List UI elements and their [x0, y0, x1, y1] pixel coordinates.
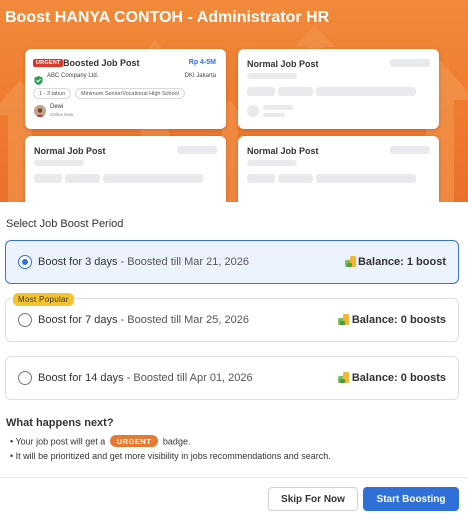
skeleton-line — [103, 174, 203, 183]
radio-button[interactable] — [18, 255, 32, 269]
experience-chip: 1 - 3 tahun — [33, 88, 72, 99]
skeleton-line — [65, 174, 100, 183]
skeleton-line — [177, 146, 217, 154]
location-label: DKI Jakarta — [184, 73, 216, 79]
bullet-text: badge. — [162, 436, 191, 447]
next-bullet-visibility: • It will be prioritized and get more vi… — [10, 451, 331, 461]
option-duration: Boost for 7 days — [38, 314, 118, 326]
boost-coin-icon — [344, 254, 358, 268]
skeleton-line — [247, 87, 275, 96]
option-until-date: Boosted till Mar 25, 2026 — [127, 314, 249, 326]
boost-coin-icon — [337, 370, 351, 384]
normal-job-preview-card: Normal Job Post — [238, 49, 439, 129]
next-bullet-urgent: • Your job post will get a URGENT badge. — [10, 435, 190, 447]
boost-coin-icon — [337, 312, 351, 326]
boost-option-7-days[interactable]: Boost for 7 days - Boosted till Mar 25, … — [5, 298, 459, 342]
hero-banner: Boost HANYA CONTOH - Administrator HR UR… — [0, 0, 468, 202]
normal-job-title: Normal Job Post — [34, 146, 106, 156]
bullet-text: • Your job post will get a — [10, 436, 106, 447]
boost-option-14-days[interactable]: Boost for 14 days - Boosted till Apr 01,… — [5, 356, 459, 400]
skeleton-line — [263, 113, 285, 117]
education-chip: Minimum Senior/Vocational High School — [75, 88, 185, 99]
company-name: ABC Company Ltd. — [47, 73, 99, 79]
skeleton-line — [34, 174, 62, 183]
skeleton-line — [278, 87, 313, 96]
verified-shield-icon — [34, 72, 43, 85]
option-until-date: Boosted till Apr 01, 2026 — [133, 372, 253, 384]
normal-job-preview-card: Normal Job Post — [238, 136, 439, 202]
option-separator: - — [123, 372, 134, 384]
boosted-job-title: Boosted Job Post — [63, 58, 140, 68]
skeleton-line — [390, 146, 430, 154]
option-separator: - — [117, 256, 128, 268]
recruiter-name: Dewi — [50, 104, 64, 110]
normal-job-title: Normal Job Post — [247, 146, 319, 156]
normal-job-title: Normal Job Post — [247, 59, 319, 69]
option-duration: Boost for 14 days — [38, 372, 124, 384]
balance-label: Balance: 0 boosts — [351, 314, 446, 326]
balance-label: Balance: 1 boost — [357, 256, 446, 268]
skeleton-avatar — [247, 105, 259, 117]
option-until-date: Boosted till Mar 21, 2026 — [127, 256, 249, 268]
skeleton-line — [247, 174, 275, 183]
skeleton-line — [390, 59, 430, 67]
skeleton-line — [247, 160, 297, 166]
option-label: Boost for 3 days - Boosted till Mar 21, … — [38, 256, 249, 268]
urgent-badge: URGENT — [109, 435, 159, 447]
radio-button[interactable] — [18, 313, 32, 327]
footer-divider — [0, 477, 468, 478]
skip-for-now-button[interactable]: Skip For Now — [268, 487, 358, 511]
section-title-boost-period: Select Job Boost Period — [6, 218, 124, 230]
skeleton-line — [34, 160, 84, 166]
skeleton-line — [263, 105, 293, 110]
skeleton-line — [316, 174, 416, 183]
urgent-tag: URGENT — [33, 59, 64, 67]
option-duration: Boost for 3 days — [38, 256, 118, 268]
recruiter-status: Online Now — [50, 112, 74, 117]
start-boosting-button[interactable]: Start Boosting — [363, 487, 459, 511]
skeleton-line — [278, 174, 313, 183]
option-label: Boost for 14 days - Boosted till Apr 01,… — [38, 372, 253, 384]
boosted-job-preview-card: URGENT Boosted Job Post Rp 4-5M ABC Comp… — [25, 49, 226, 129]
skeleton-line — [247, 73, 297, 79]
normal-job-preview-card: Normal Job Post — [25, 136, 226, 202]
skeleton-line — [316, 87, 416, 96]
balance-label: Balance: 0 boosts — [351, 372, 446, 384]
what-next-title: What happens next? — [6, 417, 114, 429]
option-separator: - — [117, 314, 128, 326]
option-label: Boost for 7 days - Boosted till Mar 25, … — [38, 314, 249, 326]
avatar — [34, 105, 46, 117]
salary-label: Rp 4-5M — [188, 59, 216, 66]
dialog-title: Boost HANYA CONTOH - Administrator HR — [5, 9, 330, 26]
radio-button[interactable] — [18, 371, 32, 385]
boost-option-3-days[interactable]: Boost for 3 days - Boosted till Mar 21, … — [5, 240, 459, 284]
most-popular-badge: Most Popular — [13, 293, 74, 306]
